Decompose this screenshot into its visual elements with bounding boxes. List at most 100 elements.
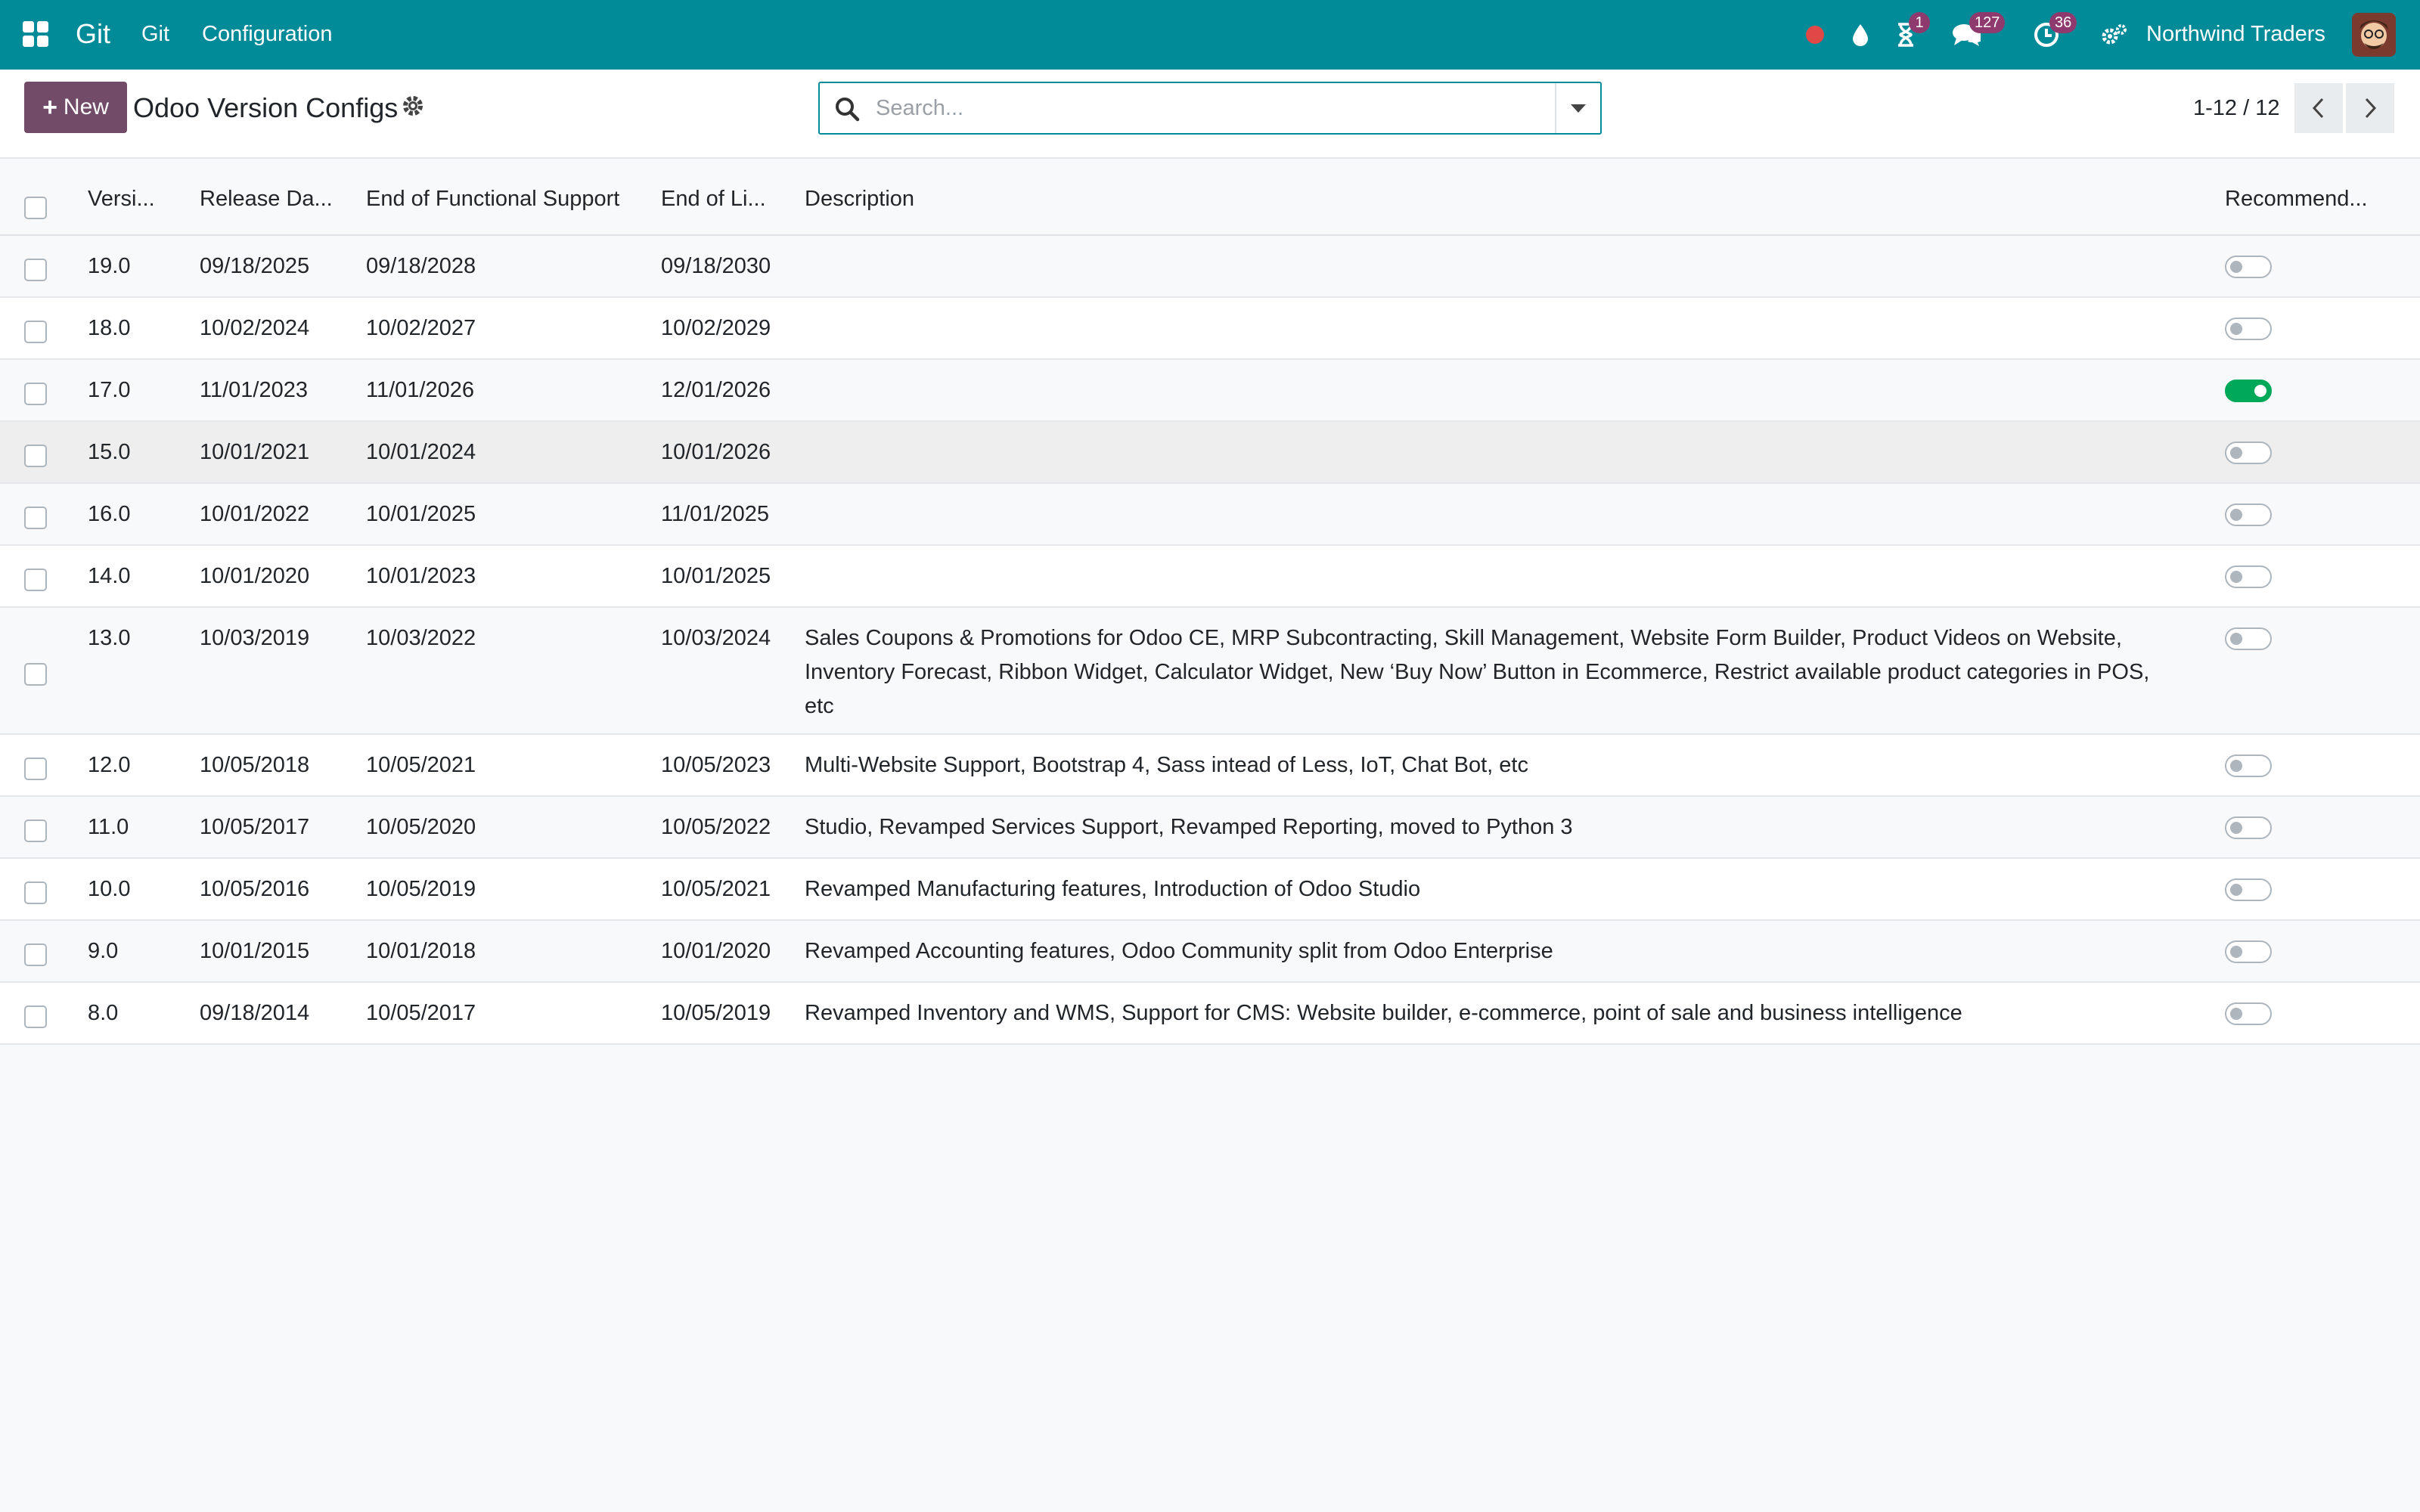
recommended-toggle[interactable]	[2225, 380, 2272, 402]
search-input[interactable]	[876, 91, 1541, 125]
functional-support-cell: 10/05/2019	[366, 877, 476, 901]
release-date-cell: 09/18/2025	[200, 254, 310, 278]
messages-chat-icon[interactable]: 127	[1950, 12, 2006, 51]
version-cell: 10.0	[88, 877, 131, 901]
table-header: Versi... Release Da... End of Functional…	[0, 160, 2420, 236]
column-header-version[interactable]: Versi...	[88, 183, 163, 215]
recommended-toggle[interactable]	[2225, 878, 2272, 901]
settings-gears-icon[interactable]	[2098, 18, 2131, 51]
version-cell: 8.0	[88, 1001, 119, 1025]
droplet-icon[interactable]	[1844, 18, 1877, 51]
table-row[interactable]: 9.0 10/01/2015 10/01/2018 10/01/2020 Revampe…	[0, 921, 2420, 983]
table-row[interactable]: 15.0 10/01/2021 10/01/2024 10/01/2026	[0, 422, 2420, 484]
versions-table: Versi... Release Da... End of Functional…	[0, 160, 2420, 1045]
control-panel: + New Odoo Version Configs 1-12 / 12	[0, 70, 2420, 159]
version-cell: 16.0	[88, 502, 131, 526]
version-cell: 15.0	[88, 440, 131, 464]
top-navbar: Git Git Configuration 1 127 36 Northwind…	[0, 0, 2420, 70]
toggle-knob	[2230, 1008, 2242, 1020]
version-cell: 18.0	[88, 316, 131, 340]
activities-hourglass-icon[interactable]: 1	[1889, 12, 1930, 51]
column-header-functional-support[interactable]: End of Functional Support	[366, 183, 646, 215]
functional-support-cell: 09/18/2028	[366, 254, 476, 278]
description-cell: Revamped Manufacturing features, Introdu…	[805, 877, 1421, 901]
table-row[interactable]: 18.0 10/02/2024 10/02/2027 10/02/2029	[0, 298, 2420, 360]
row-select-checkbox[interactable]	[24, 943, 47, 966]
apps-menu-icon[interactable]	[23, 21, 48, 47]
table-row[interactable]: 13.0 10/03/2019 10/03/2022 10/03/2024 Sales …	[0, 608, 2420, 735]
table-row[interactable]: 16.0 10/01/2022 10/01/2025 11/01/2025	[0, 484, 2420, 546]
recommended-toggle[interactable]	[2225, 503, 2272, 526]
version-cell: 12.0	[88, 753, 131, 777]
functional-support-cell: 10/05/2021	[366, 753, 476, 777]
column-header-recommended[interactable]: Recommend...	[2225, 183, 2406, 215]
page-title: Odoo Version Configs	[133, 92, 399, 123]
release-date-cell: 10/02/2024	[200, 316, 310, 340]
functional-support-cell: 10/02/2027	[366, 316, 476, 340]
end-of-life-cell: 09/18/2030	[661, 254, 771, 278]
release-date-cell: 10/01/2020	[200, 564, 310, 588]
pager-next-button[interactable]	[2346, 83, 2394, 133]
end-of-life-cell: 10/01/2025	[661, 564, 771, 588]
company-switcher[interactable]: Northwind Traders	[2146, 18, 2325, 50]
recommended-toggle[interactable]	[2225, 1002, 2272, 1025]
release-date-cell: 10/01/2021	[200, 440, 310, 464]
user-avatar[interactable]	[2352, 13, 2396, 57]
activities-badge: 1	[1909, 12, 1930, 33]
new-button[interactable]: + New	[24, 82, 127, 133]
row-select-checkbox[interactable]	[24, 881, 47, 904]
chevron-left-icon	[2312, 98, 2324, 119]
end-of-life-cell: 11/01/2025	[661, 502, 769, 526]
toggle-knob	[2230, 447, 2242, 459]
row-select-checkbox[interactable]	[24, 569, 47, 591]
row-select-checkbox[interactable]	[24, 1005, 47, 1028]
version-cell: 9.0	[88, 939, 119, 963]
pager-previous-button[interactable]	[2294, 83, 2343, 133]
description-cell: Studio, Revamped Services Support, Revam…	[805, 815, 1573, 839]
description-cell: Sales Coupons & Promotions for Odoo CE, …	[805, 626, 2150, 718]
row-select-checkbox[interactable]	[24, 820, 47, 842]
actions-gear-icon[interactable]	[401, 94, 425, 118]
row-select-checkbox[interactable]	[24, 321, 47, 343]
column-header-description[interactable]: Description	[805, 183, 1258, 215]
release-date-cell: 10/05/2018	[200, 753, 310, 777]
column-header-release-date[interactable]: Release Da...	[200, 183, 343, 215]
release-date-cell: 10/05/2016	[200, 877, 310, 901]
table-row[interactable]: 14.0 10/01/2020 10/01/2023 10/01/2025	[0, 546, 2420, 608]
pager-value[interactable]: 1-12 / 12	[2193, 92, 2279, 124]
search-options-toggle[interactable]	[1555, 83, 1600, 133]
recommended-toggle[interactable]	[2225, 816, 2272, 839]
select-all-checkbox[interactable]	[24, 197, 47, 219]
recommended-toggle[interactable]	[2225, 442, 2272, 464]
recommended-toggle[interactable]	[2225, 256, 2272, 278]
table-row[interactable]: 17.0 11/01/2023 11/01/2026 12/01/2026	[0, 360, 2420, 422]
table-row[interactable]: 11.0 10/05/2017 10/05/2020 10/05/2022 Studio…	[0, 797, 2420, 859]
menu-configuration[interactable]: Configuration	[202, 18, 333, 50]
row-select-checkbox[interactable]	[24, 445, 47, 467]
row-select-checkbox[interactable]	[24, 259, 47, 281]
toggle-knob	[2230, 633, 2242, 645]
column-header-end-of-life[interactable]: End of Li...	[661, 183, 774, 215]
recommended-toggle[interactable]	[2225, 754, 2272, 777]
timer-clock-icon[interactable]: 36	[2030, 12, 2077, 51]
row-select-checkbox[interactable]	[24, 507, 47, 529]
table-row[interactable]: 12.0 10/05/2018 10/05/2021 10/05/2023 Multi-…	[0, 735, 2420, 797]
search-icon	[833, 95, 861, 122]
recommended-toggle[interactable]	[2225, 318, 2272, 340]
row-select-checkbox[interactable]	[24, 663, 47, 686]
row-select-checkbox[interactable]	[24, 383, 47, 405]
app-brand[interactable]: Git	[76, 15, 110, 53]
recommended-toggle[interactable]	[2225, 940, 2272, 963]
end-of-life-cell: 10/05/2019	[661, 1001, 771, 1025]
table-row[interactable]: 10.0 10/05/2016 10/05/2019 10/05/2021 Revamp…	[0, 859, 2420, 921]
recommended-toggle[interactable]	[2225, 565, 2272, 588]
version-cell: 19.0	[88, 254, 131, 278]
version-cell: 13.0	[88, 626, 131, 650]
record-icon[interactable]	[1798, 18, 1832, 51]
functional-support-cell: 10/01/2018	[366, 939, 476, 963]
recommended-toggle[interactable]	[2225, 627, 2272, 650]
row-select-checkbox[interactable]	[24, 758, 47, 780]
menu-git[interactable]: Git	[141, 18, 169, 50]
table-row[interactable]: 8.0 09/18/2014 10/05/2017 10/05/2019 Revampe…	[0, 983, 2420, 1045]
table-row[interactable]: 19.0 09/18/2025 09/18/2028 09/18/2030	[0, 236, 2420, 298]
